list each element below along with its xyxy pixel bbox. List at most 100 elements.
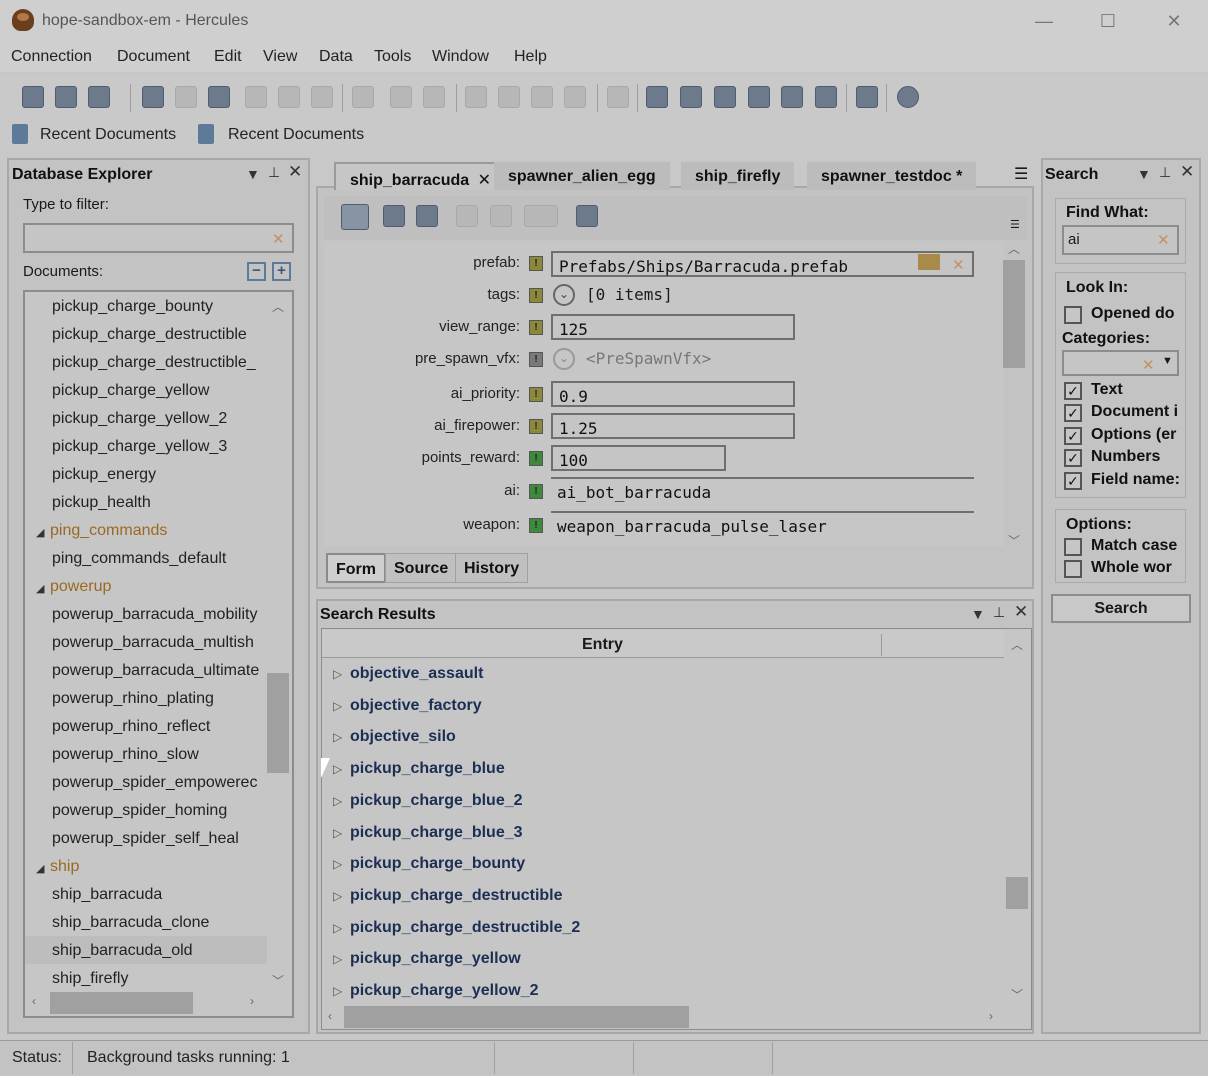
- filter-input[interactable]: [23, 223, 294, 253]
- dropdown-icon[interactable]: ▼: [1137, 166, 1151, 182]
- tree-folder[interactable]: ping_commands: [50, 522, 167, 540]
- expand-chevron-icon[interactable]: ⌄: [553, 284, 575, 306]
- delete-icon[interactable]: [564, 86, 586, 108]
- eye-icon[interactable]: [341, 204, 369, 230]
- expand-arrow-icon[interactable]: ◢: [36, 526, 44, 539]
- tab-list-menu-icon[interactable]: ☰: [1014, 164, 1028, 184]
- scroll-down-arrow[interactable]: ﹀: [272, 972, 284, 989]
- pin-icon[interactable]: ⊥: [1159, 164, 1171, 181]
- tree-item[interactable]: ship_firefly: [52, 970, 128, 988]
- chevron-down-icon[interactable]: ▼: [1162, 355, 1173, 367]
- tree-item[interactable]: ping_commands_default: [52, 550, 226, 568]
- search-button[interactable]: Search: [1051, 594, 1191, 623]
- category-field-names-checkbox[interactable]: ✓: [1064, 472, 1082, 490]
- recent-documents-button[interactable]: Recent Documents: [40, 126, 176, 144]
- maximize-button[interactable]: ☐: [1088, 8, 1128, 34]
- category-document-checkbox[interactable]: ✓: [1064, 404, 1082, 422]
- result-row[interactable]: objective_assault: [350, 665, 483, 683]
- paste-icon[interactable]: [531, 86, 553, 108]
- whole-word-checkbox[interactable]: [1064, 560, 1082, 578]
- tree-item[interactable]: powerup_spider_homing: [52, 802, 227, 820]
- category-text-checkbox[interactable]: ✓: [1064, 382, 1082, 400]
- result-row[interactable]: pickup_charge_bounty: [350, 855, 525, 873]
- close-icon[interactable]: ✕: [478, 172, 491, 189]
- expand-arrow-icon[interactable]: ▷: [333, 826, 342, 840]
- menu-connection[interactable]: Connection: [11, 48, 92, 66]
- expand-arrow-icon[interactable]: ◢: [36, 862, 44, 875]
- result-row[interactable]: pickup_charge_yellow: [350, 950, 521, 968]
- download-icon[interactable]: [352, 86, 374, 108]
- menu-view[interactable]: View: [263, 48, 297, 66]
- folder-icon[interactable]: [918, 254, 940, 270]
- menu-edit[interactable]: Edit: [214, 48, 242, 66]
- tree-item[interactable]: powerup_spider_self_heal: [52, 830, 239, 848]
- history-icon[interactable]: [781, 86, 803, 108]
- close-icon[interactable]: ✕: [1180, 162, 1194, 182]
- menu-data[interactable]: Data: [319, 48, 353, 66]
- ai-firepower-field[interactable]: 1.25: [551, 413, 795, 439]
- scroll-down-arrow[interactable]: ﹀: [1011, 986, 1023, 1003]
- tree-item[interactable]: pickup_energy: [52, 466, 156, 484]
- expand-arrow-icon[interactable]: ▷: [333, 699, 342, 713]
- results-vertical-scrollbar[interactable]: [1006, 877, 1028, 909]
- tree-item[interactable]: pickup_charge_destructible: [52, 326, 247, 344]
- tree-vertical-scrollbar[interactable]: [267, 673, 289, 773]
- save-all-icon[interactable]: [208, 86, 230, 108]
- tab-spawner-testdoc[interactable]: spawner_testdoc *: [807, 162, 977, 190]
- new-document-icon[interactable]: [142, 86, 164, 108]
- close-window-button[interactable]: ✕: [1154, 8, 1194, 34]
- new-database-icon[interactable]: [22, 86, 44, 108]
- points-reward-field[interactable]: 100: [551, 445, 726, 471]
- result-row[interactable]: pickup_charge_blue_2: [350, 792, 523, 810]
- attach-icon[interactable]: [490, 205, 512, 227]
- expand-arrow-icon[interactable]: ▷: [333, 794, 342, 808]
- result-row[interactable]: pickup_charge_yellow_2: [350, 982, 539, 1000]
- tree-item[interactable]: powerup_rhino_slow: [52, 746, 199, 764]
- scroll-up-arrow[interactable]: ︿: [272, 298, 284, 315]
- save-icon[interactable]: [175, 86, 197, 108]
- clear-icon[interactable]: ✕: [1157, 231, 1170, 249]
- category-options-checkbox[interactable]: ✓: [1064, 427, 1082, 445]
- result-row[interactable]: objective_silo: [350, 728, 456, 746]
- add-icon[interactable]: [383, 205, 405, 227]
- tab-ship-barracuda[interactable]: ship_barracuda ✕: [334, 162, 508, 190]
- search-document-icon[interactable]: [680, 86, 702, 108]
- tree-folder[interactable]: powerup: [50, 578, 111, 596]
- database-icon[interactable]: [55, 86, 77, 108]
- tab-history[interactable]: History: [455, 553, 529, 583]
- document-icon[interactable]: [456, 205, 478, 227]
- tab-form[interactable]: Form: [326, 553, 386, 583]
- menu-document[interactable]: Document: [117, 48, 190, 66]
- remove-icon[interactable]: [416, 205, 438, 227]
- scroll-up-arrow[interactable]: ︿: [1008, 240, 1020, 257]
- tree-item[interactable]: powerup_rhino_plating: [52, 690, 214, 708]
- results-horizontal-scrollbar[interactable]: [344, 1006, 689, 1028]
- pin-icon[interactable]: ⊥: [268, 164, 280, 181]
- expand-chevron-icon[interactable]: ⌄: [553, 348, 575, 370]
- menu-window[interactable]: Window: [432, 48, 489, 66]
- layout-dropdown-icon[interactable]: [524, 205, 558, 227]
- menu-tools[interactable]: Tools: [374, 48, 411, 66]
- tab-ship-firefly[interactable]: ship_firefly: [681, 162, 795, 190]
- scroll-right-arrow[interactable]: ›: [250, 994, 254, 1008]
- expand-arrow-icon[interactable]: ▷: [333, 921, 342, 935]
- report-icon[interactable]: [815, 86, 837, 108]
- tab-source[interactable]: Source: [385, 553, 458, 583]
- tree-item[interactable]: ship_barracuda_old: [52, 942, 193, 960]
- clear-icon[interactable]: ✕: [1142, 356, 1155, 374]
- undo-icon[interactable]: [245, 86, 267, 108]
- expand-arrow-icon[interactable]: ▷: [333, 952, 342, 966]
- clear-icon[interactable]: ✕: [952, 256, 965, 274]
- result-row[interactable]: objective_factory: [350, 697, 482, 715]
- ai-priority-field[interactable]: 0.9: [551, 381, 795, 407]
- expand-arrow-icon[interactable]: ▷: [333, 984, 342, 998]
- result-row[interactable]: pickup_charge_blue_3: [350, 824, 523, 842]
- dropdown-icon[interactable]: ▼: [971, 606, 985, 622]
- result-row[interactable]: pickup_charge_destructible_2: [350, 919, 580, 937]
- minimize-button[interactable]: —: [1024, 8, 1064, 34]
- view-range-field[interactable]: 125: [551, 314, 795, 340]
- weapon-field[interactable]: weapon_barracuda_pulse_laser: [551, 511, 974, 537]
- expand-arrow-icon[interactable]: ◢: [36, 582, 44, 595]
- tree-item[interactable]: powerup_spider_empowerec: [52, 774, 266, 792]
- tree-item[interactable]: powerup_barracuda_ultimate: [52, 662, 266, 680]
